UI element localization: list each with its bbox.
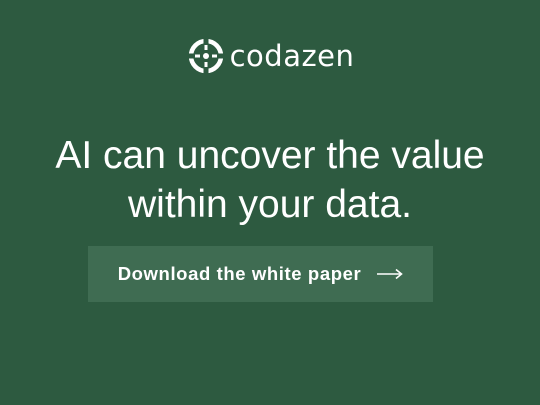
download-white-paper-button[interactable]: Download the white paper xyxy=(88,246,433,302)
hero-headline: AI can uncover the value within your dat… xyxy=(0,131,540,229)
headline-line-2: within your data. xyxy=(128,183,412,226)
arrow-right-icon xyxy=(377,268,404,280)
codazen-logo-icon xyxy=(187,38,224,74)
headline-line-1: AI can uncover the value xyxy=(55,134,485,177)
brand-name: codazen xyxy=(229,39,355,73)
cta-label: Download the white paper xyxy=(117,263,362,284)
brand-logo[interactable]: codazen xyxy=(0,36,540,76)
